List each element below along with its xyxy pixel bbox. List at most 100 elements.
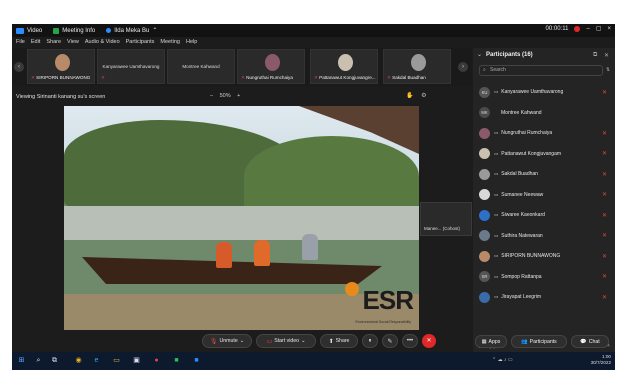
search-icon[interactable]: ⌕ <box>34 356 43 365</box>
end-meeting-button[interactable]: ✕ <box>422 334 436 348</box>
thumbnail-sakdal[interactable]: ✕ Sakdal Buadhan <box>383 49 451 84</box>
chevron-down-icon[interactable]: ⌄ <box>240 338 244 344</box>
chevron-left-icon[interactable]: ‹ <box>14 62 24 72</box>
file-explorer-icon[interactable]: ▭ <box>112 356 121 365</box>
participant-name: Suthira Natewaran <box>501 232 543 239</box>
mic-off-icon: 🎙 <box>209 338 218 345</box>
share-button[interactable]: ⬆ Share <box>320 334 358 348</box>
mic-muted-icon[interactable]: ✕ <box>602 130 607 137</box>
edit-button[interactable]: ✎ <box>382 334 398 348</box>
floating-participant-tile[interactable]: Manee... (Cohost) <box>420 202 472 236</box>
participant-row[interactable]: ▭ SIRIPORN BUNNAWONG ✕ <box>473 246 615 267</box>
minimize-button[interactable]: – <box>586 26 589 32</box>
video-off-icon: ▭ <box>494 171 499 177</box>
search-input[interactable]: ⌕ Search <box>479 65 603 76</box>
tray-icons[interactable]: ⌃ ☁ ♪ ▭ <box>492 357 513 363</box>
avatar <box>479 250 490 262</box>
thumbnail-name: Pattanawut Kongjuvangre... <box>319 75 376 80</box>
mic-muted-icon[interactable]: ✕ <box>602 253 607 260</box>
shield-icon[interactable] <box>53 27 60 34</box>
menu-participants[interactable]: Participants <box>126 39 155 45</box>
thumbnail-siriporn[interactable]: ✕ SIRIPORN BUNNAWONG <box>27 49 95 84</box>
menu-audio-video[interactable]: Audio & Video <box>85 39 120 45</box>
task-view-icon[interactable]: ⧉ <box>50 356 59 365</box>
mic-muted-icon[interactable]: ✕ <box>602 191 607 198</box>
mic-muted-icon[interactable]: ✕ <box>602 232 607 239</box>
mic-muted-icon[interactable]: ✕ <box>602 294 607 301</box>
menu-edit[interactable]: Edit <box>31 39 40 45</box>
chrome-icon[interactable]: ◉ <box>74 356 83 365</box>
video-person <box>216 242 232 268</box>
sort-icon[interactable]: ⇅ <box>606 67 610 73</box>
menu-help[interactable]: Help <box>186 39 197 45</box>
avatar <box>479 148 490 160</box>
search-icon: ⌕ <box>483 67 486 73</box>
mic-muted-icon[interactable]: ✕ <box>602 150 607 157</box>
chevron-up-icon[interactable]: ⌃ <box>152 27 157 34</box>
settings-icon[interactable]: ⚙ <box>421 93 426 99</box>
meeting-info-link[interactable]: Meeting Info <box>62 28 95 34</box>
zoom-out-button[interactable]: – <box>210 93 213 99</box>
thumbnail-label: ✕ Sakdal Buadhan <box>387 75 426 81</box>
apps-button[interactable]: ▦ Apps <box>475 335 507 348</box>
video-off-icon: ▭ <box>494 191 499 197</box>
app-icon[interactable]: ● <box>152 356 161 365</box>
mic-muted-icon[interactable]: ✕ <box>602 89 607 96</box>
more-button[interactable]: ••• <box>402 334 418 348</box>
participants-title: Participants (16) <box>486 52 533 58</box>
chevron-down-icon[interactable]: ⌄ <box>477 51 482 58</box>
video-off-icon: ▭ <box>494 150 499 156</box>
video-off-icon: ▭ <box>494 273 499 279</box>
participant-row[interactable]: ▭ Siwaree Kaeonkard ✕ <box>473 205 615 226</box>
mic-muted-icon[interactable]: ✕ <box>602 171 607 178</box>
zoom-taskbar-icon[interactable]: ■ <box>192 356 201 365</box>
participant-row[interactable]: ▭ Nungruthai Rumchaiya ✕ <box>473 123 615 144</box>
esr-logo-sun-icon <box>345 282 359 296</box>
windows-taskbar: ⊞ ⌕ ⧉ ◉ e ▭ ▣ ● ■ ■ ⌃ ☁ ♪ ▭ 1:00 30/7/20… <box>12 352 615 370</box>
thumbnail-montree[interactable]: Montree Kahwand <box>167 49 235 84</box>
menu-file[interactable]: File <box>16 39 25 45</box>
participant-row[interactable]: ▭ Pattanawut Kongjuvangam ✕ <box>473 144 615 165</box>
share-info-label[interactable]: Ilda Meka Bu <box>114 28 149 34</box>
participant-row[interactable]: ▭ Sakdal Buadhan ✕ <box>473 164 615 185</box>
chat-button[interactable]: 💬 Chat <box>571 335 609 348</box>
participant-row[interactable]: SR ▭ Sompop Rattanpa ✕ <box>473 267 615 288</box>
participant-row[interactable]: ▭ Jirayapat Leegrim ✕ <box>473 287 615 308</box>
unmute-button[interactable]: 🎙 Unmute ⌄ <box>202 334 252 348</box>
mic-muted-icon[interactable]: ✕ <box>602 212 607 219</box>
thumbnail-nungruthai[interactable]: ✕ Nungruthai Rumchaiya <box>237 49 305 84</box>
app-label: Video <box>27 27 43 34</box>
edge-icon[interactable]: e <box>92 356 101 365</box>
participants-button[interactable]: 👥 Participants <box>511 335 567 348</box>
zoom-level[interactable]: 50% <box>220 93 231 99</box>
mic-muted-icon[interactable]: ✕ <box>602 273 607 280</box>
popout-icon[interactable]: ⧉ <box>593 52 597 59</box>
chevron-right-icon[interactable]: › <box>458 62 468 72</box>
line-icon[interactable]: ■ <box>172 356 181 365</box>
system-clock[interactable]: 1:00 30/7/2022 <box>591 354 611 366</box>
start-video-button[interactable]: ▭ Start video ⌄ <box>256 334 316 348</box>
participant-row[interactable]: KU ▭ Kanyarawee Uamthavarong ✕ <box>473 82 615 103</box>
people-icon: 👥 <box>521 338 528 345</box>
store-icon[interactable]: ▣ <box>132 356 141 365</box>
participant-row[interactable]: ▭ Suthira Natewaran ✕ <box>473 226 615 247</box>
pause-icon: ⏸ <box>368 337 372 344</box>
thumbnail-name: Sakdal Buadhan <box>392 75 426 80</box>
zoom-in-button[interactable]: + <box>237 93 240 99</box>
thumbnail-pattanawut[interactable]: ✕ Pattanawut Kongjuvangre... <box>310 49 378 84</box>
record-button[interactable]: ⏸ <box>362 334 378 348</box>
thumbnail-kanyarawee[interactable]: Kanyarawee Uamthavarong ✕ <box>97 49 165 84</box>
menu-share[interactable]: Share <box>46 39 61 45</box>
close-button[interactable]: × <box>607 26 611 32</box>
chevron-down-icon[interactable]: ⌄ <box>301 338 305 344</box>
menu-meeting[interactable]: Meeting <box>160 39 180 45</box>
hand-icon[interactable]: ✋ <box>406 93 413 99</box>
windows-start-icon[interactable]: ⊞ <box>17 356 26 365</box>
shared-screen[interactable]: ESR Environmental Social Responsibility <box>64 106 419 330</box>
maximize-button[interactable]: ▢ <box>596 25 602 32</box>
close-panel-icon[interactable]: ✕ <box>604 52 609 59</box>
participant-name: Kanyarawee Uamthavarong <box>501 89 564 96</box>
menu-view[interactable]: View <box>67 39 79 45</box>
participant-row[interactable]: MK Montree Kahwand <box>473 103 615 124</box>
participant-row[interactable]: ▭ Sumanee Neewaw ✕ <box>473 185 615 206</box>
